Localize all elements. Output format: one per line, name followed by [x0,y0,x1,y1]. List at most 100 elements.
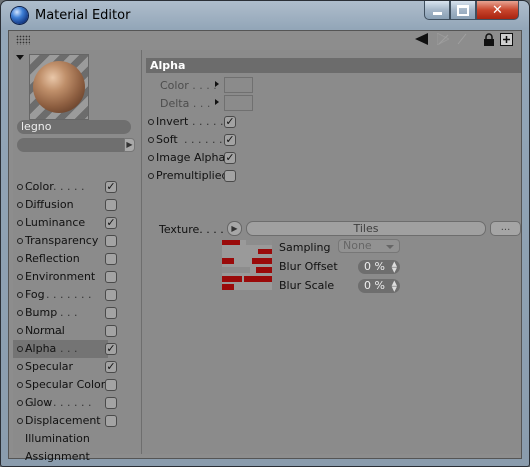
channel-checkbox[interactable] [105,415,117,427]
channel-dots: . . . . . . [25,324,64,337]
app-icon [11,7,28,24]
bullet-icon [17,328,23,334]
channel-item-transparency[interactable]: Transparency [13,232,137,250]
delta-swatch[interactable] [224,95,253,111]
channel-checkbox[interactable] [105,199,117,211]
option-checkbox[interactable]: ✓ [224,152,236,164]
delta-expand-icon[interactable] [215,99,219,105]
channel-dots: . . . . . . . . [25,342,78,355]
color-expand-icon[interactable] [215,81,219,87]
channel-item-environment[interactable]: Environment [13,268,137,286]
channel-checkbox[interactable] [105,271,117,283]
channel-item-displacement[interactable]: Displacement [13,412,137,430]
blur-scale-value: 0 % [364,279,385,292]
texture-thumbnail[interactable] [222,240,272,290]
blur-offset-label: Blur Offset [279,260,338,273]
material-sphere [33,61,85,113]
texture-menu-button[interactable]: ▶ [227,221,242,236]
option-label: Soft [156,133,178,146]
channel-label: Transparency [25,234,99,247]
channel-item-luminance[interactable]: Luminance . . . ✓ [13,214,137,232]
option-checkbox[interactable]: ✓ [224,116,236,128]
channel-dots: . . . . . . . . [25,306,78,319]
channel-checkbox[interactable]: ✓ [105,361,117,373]
option-invert[interactable]: Invert . . . . . . ✓ [148,114,248,130]
channel-item-color[interactable]: Color . . . . . . . . . ✓ [13,178,137,196]
texture-browse-button[interactable]: ... [490,221,521,236]
maximize-button[interactable] [450,1,476,20]
channel-checkbox[interactable] [105,379,117,391]
forward-arrow-icon[interactable] [436,32,451,47]
channel-checkbox[interactable] [105,235,117,247]
bullet-icon [17,274,23,280]
bullet-icon [148,119,154,125]
chevron-down-icon [386,245,394,249]
delta-label: Delta . . . [160,97,211,110]
bullet-icon [17,346,23,352]
option-checkbox[interactable] [224,170,236,182]
texture-name-field[interactable]: Tiles [246,221,486,236]
option-soft[interactable]: Soft . . . . . . . ✓ [148,132,248,148]
blur-scale-label: Blur Scale [279,279,335,292]
sampling-select[interactable]: None [338,239,400,253]
channel-item-glow[interactable]: Glow . . . . . . . . . . [13,394,137,412]
channel-item-bump[interactable]: Bump . . . . . . . . [13,304,137,322]
material-name-bar[interactable] [17,138,124,152]
bullet-icon [148,173,154,179]
channel-checkbox[interactable] [105,289,117,301]
channel-label: Specular Color [25,378,106,391]
channel-item-fog[interactable]: Fog . . . . . . . . . . [13,286,137,304]
bullet-icon [17,292,23,298]
channel-item-assignment[interactable]: Assignment [13,448,137,466]
option-label: Image Alpha [156,151,226,164]
material-name-field[interactable]: legno [17,120,131,134]
channel-checkbox[interactable] [105,325,117,337]
new-window-icon[interactable] [500,33,513,47]
blur-offset-value: 0 % [364,260,385,273]
bullet-icon [17,184,23,190]
channel-dots: . . . . . . . . . . [25,288,92,301]
channel-item-alpha[interactable]: Alpha . . . . . . . . ✓ [13,340,117,358]
channel-checkbox[interactable] [105,397,117,409]
back-arrow-icon[interactable] [415,33,429,47]
channel-checkbox[interactable]: ✓ [105,343,117,355]
preview-menu-icon[interactable] [16,55,24,60]
option-checkbox[interactable]: ✓ [224,134,236,146]
material-editor-window: Material Editor ✕ legno ▶ Color . . . . … [0,0,530,467]
option-image-alpha[interactable]: Image Alpha ✓ [148,150,248,166]
blur-scale-input[interactable]: 0 % ▲ ▼ [358,279,400,293]
close-icon: ✕ [492,2,503,18]
grip-icon[interactable] [16,35,30,45]
minimize-icon [432,12,442,15]
close-button[interactable]: ✕ [476,1,519,20]
option-premultiplied[interactable]: Premultiplied [148,168,248,184]
channel-item-diffusion[interactable]: Diffusion . . . . . [13,196,137,214]
channel-item-reflection[interactable]: Reflection . . . . [13,250,137,268]
spinner-icon[interactable]: ▲ ▼ [392,280,397,293]
channel-dots: . . . . . . . . . . [25,396,92,409]
channel-checkbox[interactable] [105,253,117,265]
color-swatch[interactable] [224,77,253,93]
sampling-label: Sampling [279,241,331,254]
bullet-icon [17,310,23,316]
channel-checkbox[interactable]: ✓ [105,181,117,193]
channel-dots: . . . . . . . . . [25,180,85,193]
bullet-icon [17,256,23,262]
panel-header: Alpha [146,58,521,73]
channel-item-normal[interactable]: Normal . . . . . . [13,322,137,340]
bullet-icon [17,382,23,388]
channel-checkbox[interactable]: ✓ [105,217,117,229]
spinner-icon[interactable]: ▲ ▼ [392,261,397,274]
channel-item-illumination[interactable]: Illumination [13,430,137,448]
option-label: Invert [156,115,189,128]
channel-checkbox[interactable] [105,307,117,319]
blur-offset-input[interactable]: 0 % ▲ ▼ [358,260,400,274]
title-bar[interactable]: Material Editor ✕ [1,1,529,31]
channel-item-specular-color[interactable]: Specular Color [13,376,137,394]
channel-item-specular[interactable]: Specular . . . . . ✓ [13,358,137,376]
forward-arrow-icon[interactable] [456,33,468,47]
material-preview[interactable] [29,54,89,120]
lock-icon[interactable] [483,33,495,47]
minimize-button[interactable] [424,1,450,20]
material-name-arrow-button[interactable]: ▶ [124,138,135,152]
